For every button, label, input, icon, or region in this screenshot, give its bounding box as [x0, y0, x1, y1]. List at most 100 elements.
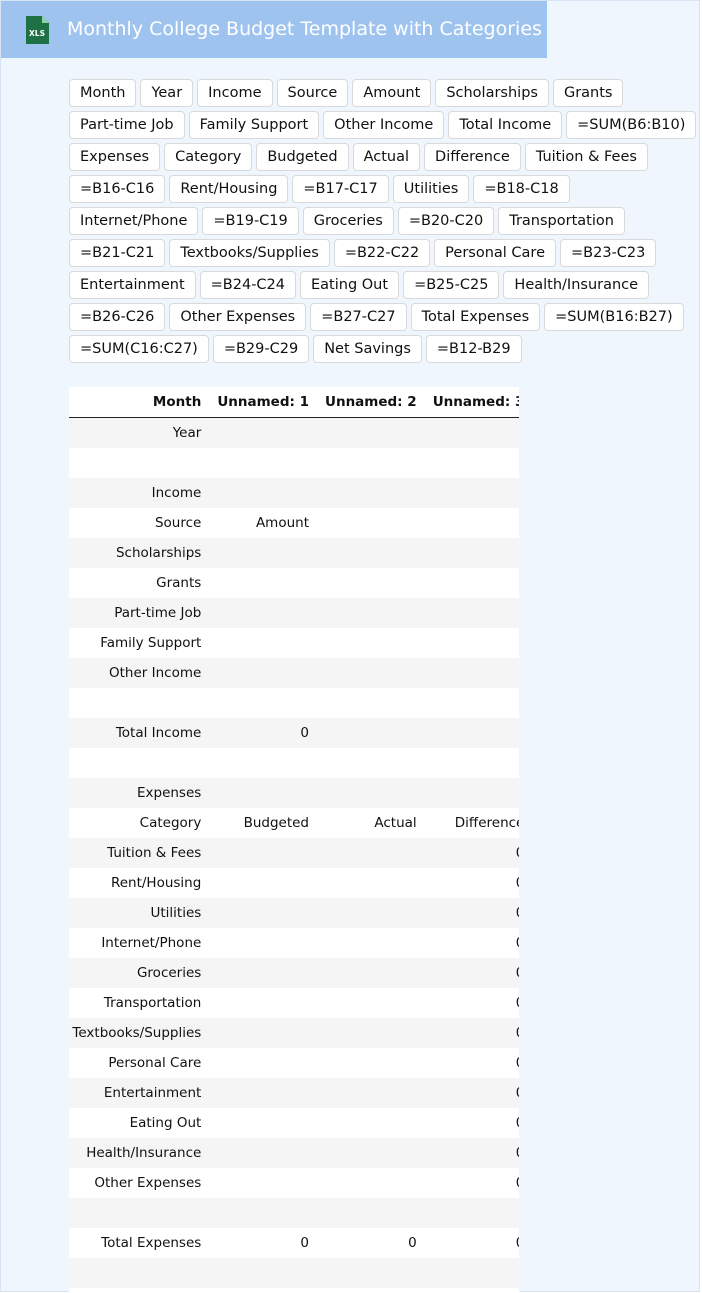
header-tag: Year: [140, 79, 193, 107]
table-cell: [209, 898, 317, 928]
table-row: 8: [69, 1258, 519, 1288]
table-cell: [209, 1168, 317, 1198]
table-cell: [317, 1018, 425, 1048]
table-cell: 0: [425, 1078, 519, 1108]
table-row: 1: [69, 448, 519, 478]
header-tag: Textbooks/Supplies: [169, 239, 329, 267]
table-cell: [317, 1258, 425, 1288]
table-cell: [209, 1078, 317, 1108]
table-cell: Amount: [209, 508, 317, 538]
table-cell: Part-time Job: [69, 598, 209, 628]
table-cell: [317, 718, 425, 748]
table-cell: [425, 778, 519, 808]
table-cell: 0: [425, 838, 519, 868]
table-cell: [425, 478, 519, 508]
header-tag: Other Expenses: [169, 303, 306, 331]
header-tag: Grants: [553, 79, 624, 107]
table-cell: [209, 1288, 317, 1293]
table-row: 2Income: [69, 478, 519, 508]
table-cell: Personal Care: [69, 1048, 209, 1078]
table-cell: [425, 658, 519, 688]
table-cell: [425, 598, 519, 628]
table-cell: [425, 508, 519, 538]
table-cell: [317, 1138, 425, 1168]
header-tag: =B21-C21: [69, 239, 165, 267]
table-cell: [425, 568, 519, 598]
table-cell: [69, 1258, 209, 1288]
header-tag: =SUM(C16:C27): [69, 335, 209, 363]
table-cell: Year: [69, 418, 209, 449]
header-tag: Family Support: [189, 111, 320, 139]
table-cell: 0: [425, 1228, 519, 1258]
page-title: Monthly College Budget Template with Cat…: [67, 1, 542, 58]
table-cell: [317, 898, 425, 928]
table-row: 1Personal Care0: [69, 1048, 519, 1078]
table-cell: [209, 868, 317, 898]
table-cell: [317, 748, 425, 778]
table-cell: 0: [317, 1228, 425, 1258]
column-header: Unnamed: 3: [425, 387, 519, 418]
table-cell: [317, 928, 425, 958]
table-cell: 0: [425, 868, 519, 898]
xls-file-icon: XLS: [23, 15, 51, 45]
table-cell: Expenses: [69, 778, 209, 808]
table-cell: [209, 448, 317, 478]
table-cell: [317, 568, 425, 598]
header-tag: Tuition & Fees: [525, 143, 648, 171]
table-cell: Grants: [69, 568, 209, 598]
table-cell: Income: [69, 478, 209, 508]
table-cell: 0: [425, 1048, 519, 1078]
table-cell: [317, 478, 425, 508]
table-cell: [69, 688, 209, 718]
header-tag: =B16-C16: [69, 175, 165, 203]
header-tag: Entertainment: [69, 271, 196, 299]
xls-icon-label: XLS: [29, 29, 45, 38]
header-tag: =SUM(B16:B27): [544, 303, 683, 331]
table-cell: Scholarships: [69, 538, 209, 568]
table-row: 1: [69, 748, 519, 778]
table-cell: Other Income: [69, 658, 209, 688]
table-cell: Entertainment: [69, 1078, 209, 1108]
table-header-row: MonthUnnamed: 1Unnamed: 2Unnamed: 30: [69, 387, 519, 418]
table-cell: 0: [425, 988, 519, 1018]
table-row: 3CategoryBudgetedActualDifference: [69, 808, 519, 838]
header-tag: =B12-B29: [426, 335, 522, 363]
table-cell: [209, 1258, 317, 1288]
data-table-scroll[interactable]: MonthUnnamed: 1Unnamed: 2Unnamed: 30 0 Ye…: [69, 387, 519, 1293]
table-cell: Textbooks/Supplies: [69, 1018, 209, 1048]
header-tag: =B19-C19: [202, 207, 298, 235]
table-row: 5Grants: [69, 568, 519, 598]
table-row: 5Rent/Housing0: [69, 868, 519, 898]
table-cell: [317, 628, 425, 658]
table-cell: Rent/Housing: [69, 868, 209, 898]
table-cell: Actual: [317, 808, 425, 838]
table-cell: [425, 628, 519, 658]
table-cell: Total Expenses: [69, 1228, 209, 1258]
table-cell: [317, 778, 425, 808]
header-tag: Internet/Phone: [69, 207, 198, 235]
table-cell: [425, 718, 519, 748]
table-cell: [317, 1048, 425, 1078]
table-cell: [69, 448, 209, 478]
table-cell: Difference: [425, 808, 519, 838]
table-cell: [317, 538, 425, 568]
table-row: 3Eating Out0: [69, 1108, 519, 1138]
table-cell: [425, 418, 519, 449]
table-cell: Source: [69, 508, 209, 538]
sheet-panel: XLS Monthly College Budget Template with…: [0, 0, 700, 1292]
table-row: 6Utilities0: [69, 898, 519, 928]
header-tag: Difference: [424, 143, 521, 171]
table-cell: 0: [425, 1018, 519, 1048]
table-cell: [425, 448, 519, 478]
table-row: 8Other Income: [69, 658, 519, 688]
table-cell: [317, 1198, 425, 1228]
column-header: Unnamed: 2: [317, 387, 425, 418]
table-cell: 0: [425, 898, 519, 928]
table-row: 2Expenses: [69, 778, 519, 808]
header-tag: Personal Care: [434, 239, 556, 267]
table-cell: 0: [209, 1228, 317, 1258]
table-cell: [209, 1108, 317, 1138]
column-header: Unnamed: 1: [209, 387, 317, 418]
table-cell: Category: [69, 808, 209, 838]
header-tag: =SUM(B6:B10): [566, 111, 696, 139]
